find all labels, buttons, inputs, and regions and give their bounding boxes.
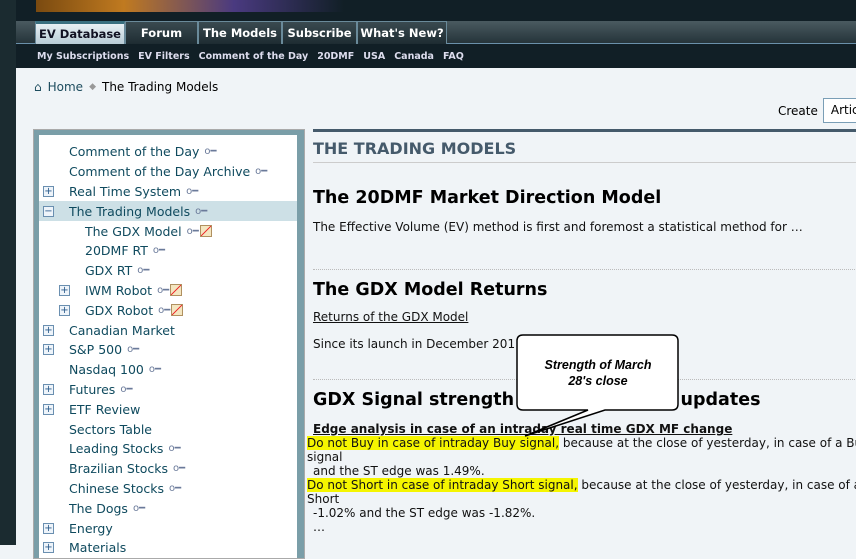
callout-text: Strength of March 28's close bbox=[544, 358, 652, 388]
callout-shape bbox=[516, 334, 679, 437]
callout: Strength of March 28's close bbox=[517, 335, 679, 411]
